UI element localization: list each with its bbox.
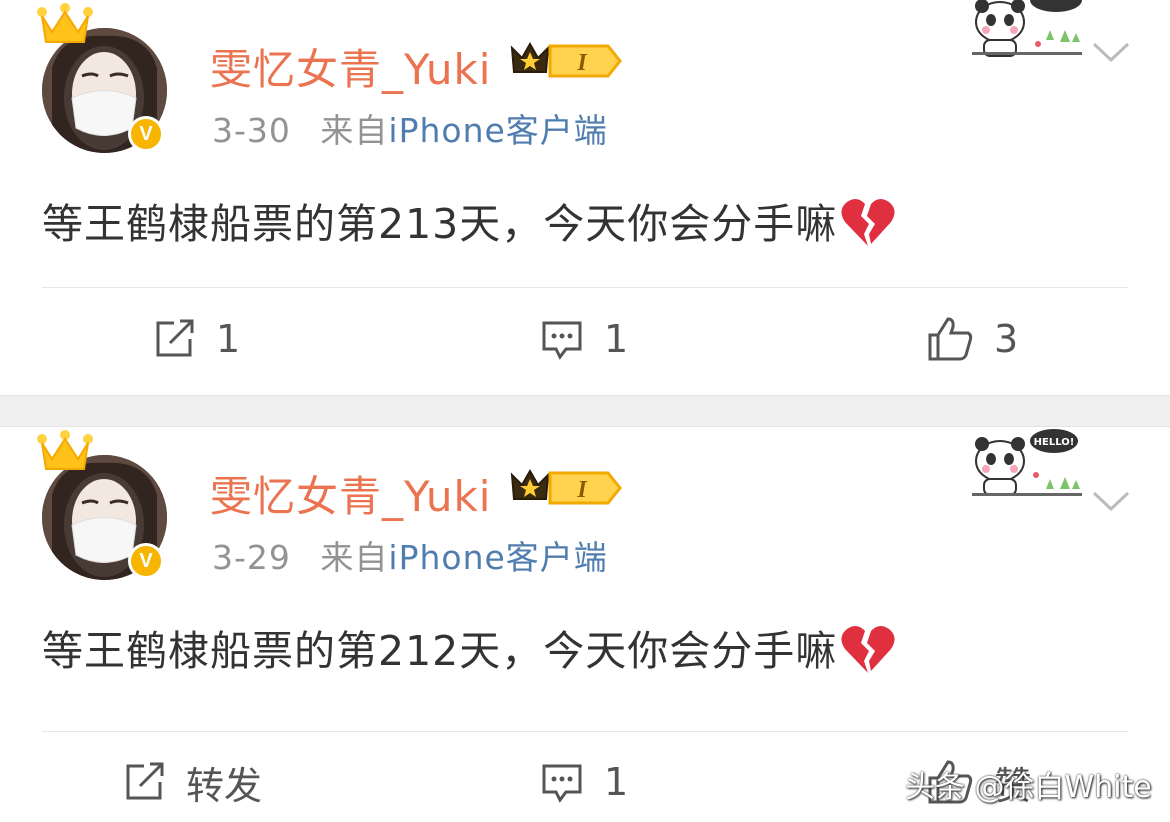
- divider: [42, 287, 1128, 288]
- repost-button[interactable]: 转发: [122, 757, 263, 808]
- comment-count: 1: [604, 760, 629, 804]
- verified-icon: V: [128, 116, 164, 152]
- verified-icon: V: [128, 543, 164, 579]
- crown-icon: [37, 430, 93, 470]
- repost-button[interactable]: 1: [152, 314, 240, 364]
- comment-button[interactable]: 1: [540, 757, 628, 807]
- username[interactable]: 雯忆女青_Yuki: [210, 463, 491, 524]
- rank-label: I: [576, 477, 588, 503]
- divider: [42, 731, 1128, 732]
- broken-heart-icon: [841, 625, 895, 673]
- repost-label: 转发: [186, 763, 263, 808]
- panda-sticker: [972, 0, 1082, 57]
- like-button[interactable]: 3: [926, 314, 1018, 364]
- watermark: 头条 @徐白White: [905, 770, 1152, 805]
- source-link[interactable]: iPhone客户端: [388, 538, 607, 577]
- comment-count: 1: [604, 317, 629, 361]
- repost-count: 1: [216, 317, 241, 361]
- post-meta: 3-29 来自iPhone客户端: [212, 531, 608, 579]
- like-icon: [928, 317, 973, 361]
- crown-icon: [37, 3, 93, 43]
- post-text: 等王鹤棣船票的第213天，今天你会分手嘛: [42, 200, 838, 248]
- post-meta: 3-30 来自iPhone客户端: [212, 104, 608, 152]
- avatar-container[interactable]: V: [37, 3, 170, 158]
- source-link[interactable]: iPhone客户端: [388, 111, 607, 150]
- repost-icon: [126, 762, 164, 800]
- comment-icon: [542, 764, 582, 803]
- username[interactable]: 雯忆女青_Yuki: [210, 36, 491, 97]
- weibo-post: V 雯忆女青_Yuki I 3-30 来自iPhone客户端 等王鹤棣船票的第2…: [0, 0, 1170, 395]
- source-prefix: 来自: [320, 538, 389, 577]
- rank-badge-icon: I: [510, 468, 622, 505]
- comment-button[interactable]: 1: [540, 314, 628, 364]
- feed-separator: [0, 395, 1170, 427]
- repost-icon: [156, 319, 194, 357]
- post-text: 等王鹤棣船票的第212天，今天你会分手嘛: [42, 627, 838, 675]
- like-count: 3: [994, 317, 1019, 361]
- post-content: 等王鹤棣船票的第212天，今天你会分手嘛: [42, 617, 897, 677]
- panda-sticker: HELLO!: [972, 429, 1082, 496]
- sticker-text: HELLO!: [1034, 437, 1075, 448]
- comment-icon: [542, 321, 582, 360]
- post-date: 3-30: [212, 111, 291, 150]
- rank-label: I: [576, 50, 588, 76]
- broken-heart-icon: [841, 198, 895, 246]
- post-date: 3-29: [212, 538, 291, 577]
- avatar-container[interactable]: V: [37, 430, 170, 585]
- chevron-down-icon[interactable]: [1090, 36, 1132, 66]
- source-prefix: 来自: [320, 111, 389, 150]
- rank-badge-icon: I: [510, 41, 622, 78]
- post-content: 等王鹤棣船票的第213天，今天你会分手嘛: [42, 190, 897, 250]
- chevron-down-icon[interactable]: [1090, 485, 1132, 515]
